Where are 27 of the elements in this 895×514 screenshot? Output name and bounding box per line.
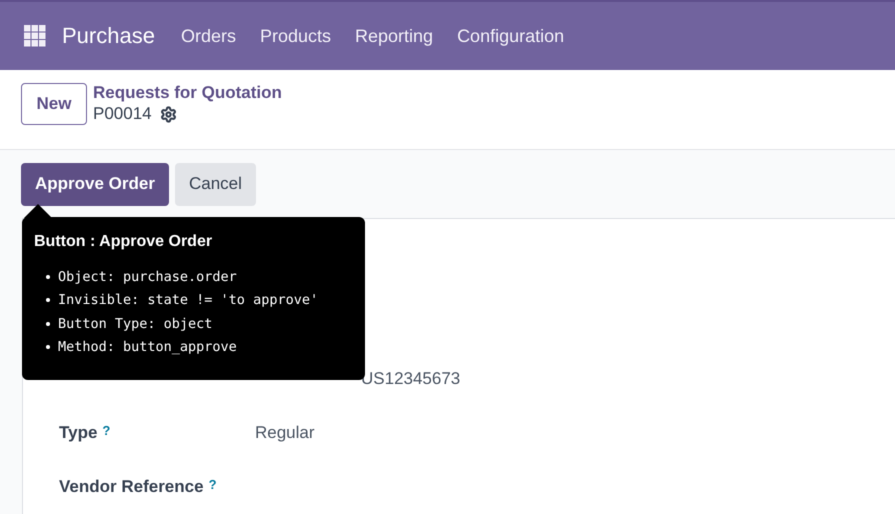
tooltip-item: Method: button_approve bbox=[58, 339, 237, 356]
menu-item[interactable]: Products bbox=[248, 26, 344, 46]
app-name[interactable]: Purchase bbox=[62, 23, 155, 49]
menu-item[interactable]: Configuration bbox=[445, 26, 576, 46]
tooltip-item: Button Type: object bbox=[58, 316, 212, 332]
field-value: Regular bbox=[255, 423, 315, 443]
bullet-icon bbox=[46, 345, 50, 350]
breadcrumb-link[interactable]: Requests for Quotation bbox=[93, 83, 282, 103]
help-mark[interactable]: ? bbox=[208, 477, 217, 492]
bullet-icon bbox=[46, 274, 50, 279]
field-value: US12345673 bbox=[361, 369, 460, 389]
tooltip-title: Button : Approve Order bbox=[34, 233, 214, 251]
apps-grid-icon[interactable] bbox=[24, 25, 46, 47]
approve-button[interactable]: Approve Order bbox=[21, 162, 169, 206]
bullet-icon bbox=[46, 322, 50, 326]
menu-item[interactable]: Orders bbox=[168, 26, 248, 46]
settings-icon[interactable] bbox=[160, 106, 177, 122]
tooltip-item: Invisible: state != 'to approve' bbox=[58, 292, 318, 308]
field-label: Vendor Reference bbox=[59, 477, 204, 497]
record-name: P00014 bbox=[93, 103, 152, 125]
new-button[interactable]: New bbox=[21, 83, 87, 125]
tooltip-item: Object: purchase.order bbox=[58, 268, 237, 285]
field-label: Type bbox=[59, 423, 98, 443]
bullet-icon bbox=[46, 298, 50, 302]
help-mark[interactable]: ? bbox=[102, 423, 110, 438]
menu-item[interactable]: Reporting bbox=[343, 26, 446, 46]
cancel-button[interactable]: Cancel bbox=[174, 162, 256, 206]
